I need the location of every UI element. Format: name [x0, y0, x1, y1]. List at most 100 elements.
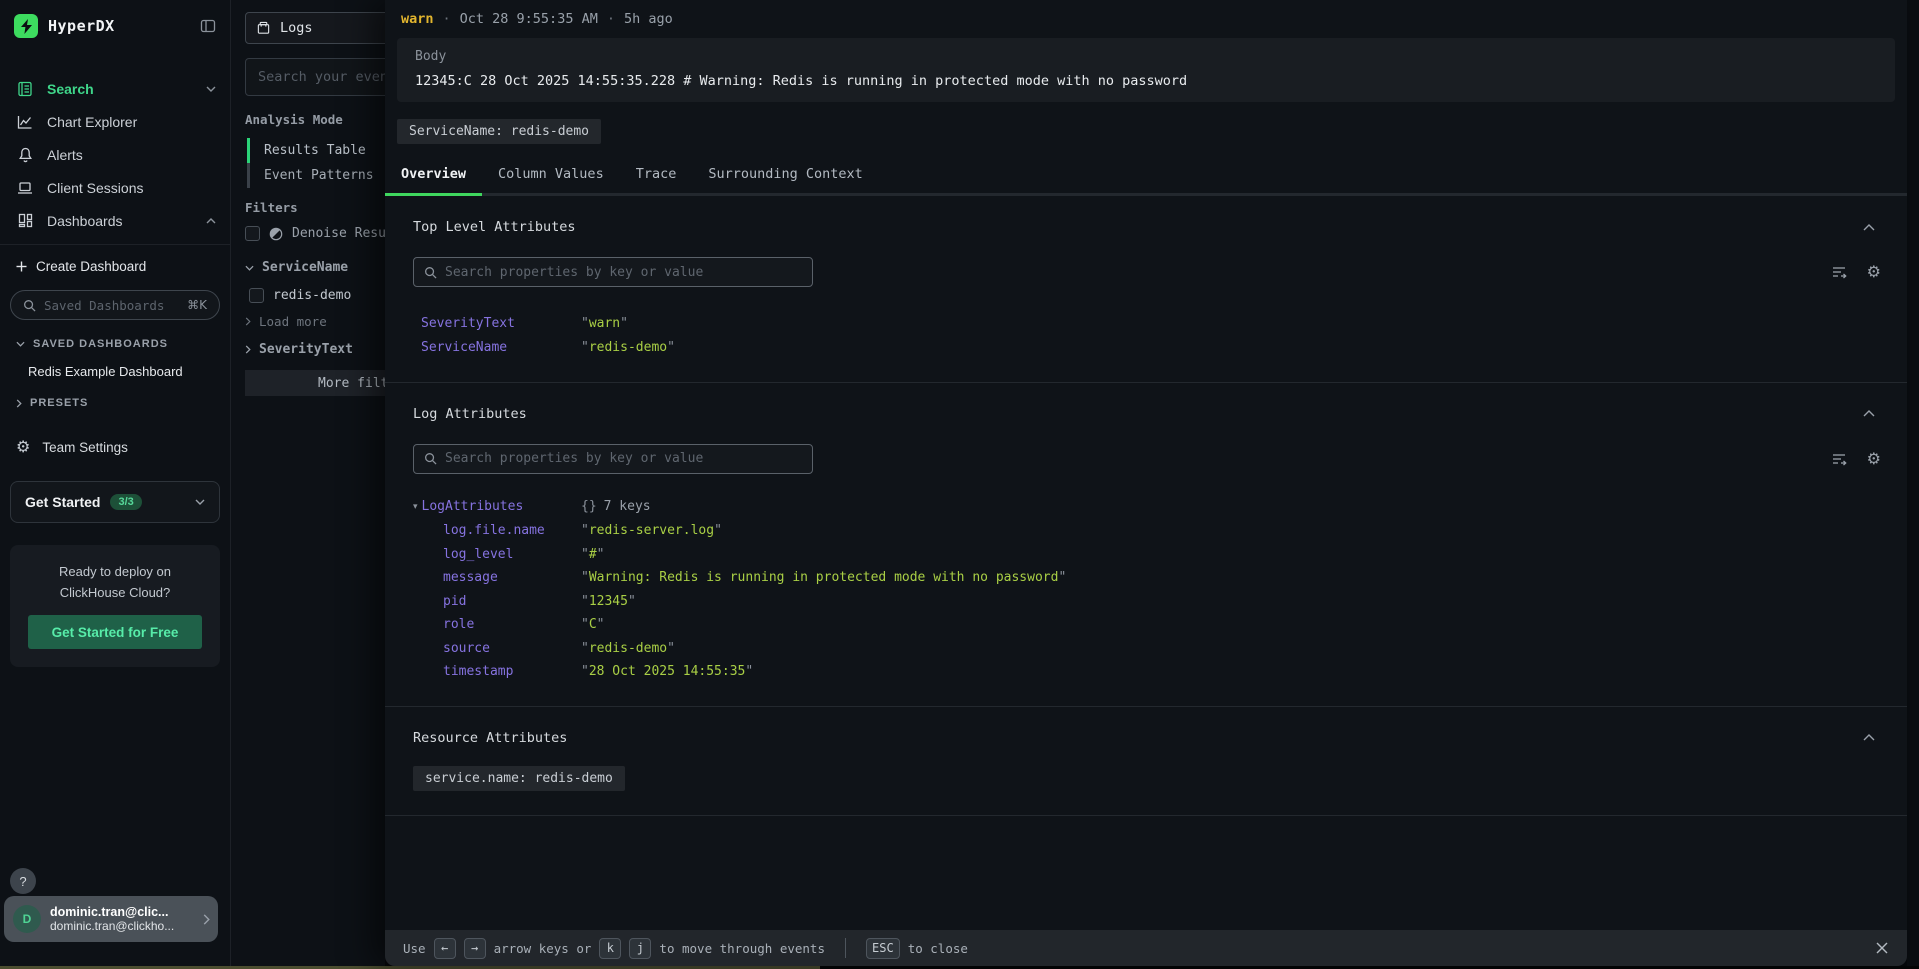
sidebar-item-search[interactable]: Search — [0, 72, 230, 105]
attr-key[interactable]: log_level — [443, 546, 581, 564]
load-more-button[interactable]: Load more — [245, 314, 327, 329]
tree-root-key: LogAttributes — [422, 498, 524, 516]
footer-text: Use — [403, 941, 426, 956]
dashboard-link[interactable]: Redis Example Dashboard — [0, 364, 230, 379]
create-dashboard-button[interactable]: Create Dashboard — [0, 245, 230, 274]
filter-group-label: ServiceName — [262, 260, 348, 275]
attr-value[interactable]: Warning: Redis is running in protected m… — [581, 569, 1881, 587]
promo-line-1: Ready to deploy on — [24, 561, 206, 582]
attr-key[interactable]: ServiceName — [421, 339, 581, 357]
detail-tabs: Overview Column Values Trace Surrounding… — [385, 157, 1907, 196]
attr-value[interactable]: redis-demo — [581, 640, 1881, 658]
section-log-attributes: Log Attributes ⚙ ▾ LogAttributes — [385, 383, 1907, 707]
get-started-free-button[interactable]: Get Started for Free — [28, 615, 202, 649]
mode-results-table[interactable]: Results Table — [247, 138, 385, 163]
clickhouse-promo-card: Ready to deploy on ClickHouse Cloud? Get… — [10, 545, 220, 667]
avatar: D — [13, 905, 41, 933]
sidebar-item-dashboards[interactable]: Dashboards — [0, 204, 230, 237]
chevron-down-icon[interactable] — [206, 86, 216, 92]
service-name-tag[interactable]: ServiceName: redis-demo — [397, 119, 601, 144]
mode-event-patterns[interactable]: Event Patterns — [247, 163, 385, 188]
attr-key[interactable]: log.file.name — [443, 522, 581, 540]
sidebar-item-label: Client Sessions — [47, 180, 216, 196]
attr-key[interactable]: pid — [443, 593, 581, 611]
team-settings-button[interactable]: ⚙ Team Settings — [0, 439, 230, 455]
filter-lines-icon[interactable] — [1832, 265, 1847, 279]
sidebar-item-client-sessions[interactable]: Client Sessions — [0, 171, 230, 204]
properties-search-input[interactable] — [445, 265, 802, 280]
presets-group[interactable]: PRESETS — [0, 397, 230, 409]
sidebar-nav: Search Chart Explorer Alerts Client Sess… — [0, 72, 230, 237]
collapse-section-icon[interactable] — [1863, 410, 1881, 417]
properties-search-input[interactable] — [445, 451, 802, 466]
checkbox[interactable] — [249, 288, 264, 303]
attr-value[interactable]: 12345 — [581, 593, 1881, 611]
more-filters-button[interactable]: More filters — [245, 370, 385, 396]
gear-icon[interactable]: ⚙ — [1867, 451, 1881, 467]
denoise-label: Denoise Results — [292, 226, 385, 241]
properties-search-box[interactable] — [413, 444, 813, 474]
tab-trace[interactable]: Trace — [620, 157, 693, 196]
source-label: Logs — [280, 20, 313, 36]
filter-value-redis-demo[interactable]: redis-demo — [249, 288, 351, 303]
saved-search-placeholder: Saved Dashboards — [44, 298, 179, 313]
collapse-sidebar-icon[interactable] — [200, 18, 216, 34]
key-arrow-right: → — [464, 938, 486, 959]
source-selector[interactable]: Logs — [245, 12, 385, 44]
attr-value[interactable]: redis-server.log — [581, 522, 1881, 540]
sidebar-item-alerts[interactable]: Alerts — [0, 138, 230, 171]
event-timestamp: Oct 28 9:55:35 AM — [460, 11, 598, 27]
sidebar-item-chart-explorer[interactable]: Chart Explorer — [0, 105, 230, 138]
tab-column-values[interactable]: Column Values — [482, 157, 620, 196]
saved-dashboards-group[interactable]: SAVED DASHBOARDS — [0, 338, 230, 350]
event-search-input[interactable] — [258, 69, 385, 85]
attr-value[interactable]: 28 Oct 2025 14:55:35 — [581, 663, 1881, 681]
attr-value[interactable]: C — [581, 616, 1881, 634]
search-icon — [424, 266, 437, 279]
get-started-panel[interactable]: Get Started 3/3 — [10, 481, 220, 523]
filter-group-servicename[interactable]: ServiceName — [245, 260, 348, 275]
collapse-section-icon[interactable] — [1863, 224, 1881, 231]
section-top-level-attributes: Top Level Attributes ⚙ SeverityText warn… — [385, 196, 1907, 383]
properties-search-box[interactable] — [413, 257, 813, 287]
attr-key[interactable]: timestamp — [443, 663, 581, 681]
relative-time: 5h ago — [624, 11, 673, 27]
attr-value[interactable]: warn — [581, 315, 1881, 333]
tag-row: ServiceName: redis-demo — [385, 102, 1907, 144]
attr-key[interactable]: role — [443, 616, 581, 634]
tab-surrounding-context[interactable]: Surrounding Context — [692, 157, 878, 196]
chevron-down-icon — [195, 499, 205, 505]
saved-dashboards-search[interactable]: Saved Dashboards ⌘K — [10, 290, 220, 320]
collapse-section-icon[interactable] — [1863, 734, 1881, 741]
presets-label: PRESETS — [30, 397, 88, 409]
denoise-results-toggle[interactable]: Denoise Results — [245, 226, 385, 241]
chart-icon — [16, 114, 34, 130]
attr-value[interactable]: redis-demo — [581, 339, 1881, 357]
help-button[interactable]: ? — [10, 868, 36, 894]
top-level-attributes-table: SeverityText warn ServiceName redis-demo — [421, 315, 1881, 358]
triangle-down-icon: ▾ — [413, 501, 418, 514]
resource-attribute-tag[interactable]: service.name: redis-demo — [413, 766, 625, 791]
footer-text: arrow keys or — [494, 941, 592, 956]
gear-icon[interactable]: ⚙ — [1867, 264, 1881, 280]
chevron-up-icon[interactable] — [206, 218, 216, 224]
separator-dot: · — [607, 11, 615, 27]
attr-value[interactable]: # — [581, 546, 1881, 564]
filter-group-severitytext[interactable]: SeverityText — [245, 342, 353, 357]
denoise-icon — [269, 227, 283, 241]
close-icon[interactable] — [1875, 941, 1889, 955]
tab-overview[interactable]: Overview — [385, 157, 482, 196]
user-info: dominic.tran@clic... dominic.tran@clickh… — [50, 905, 194, 933]
attr-key[interactable]: SeverityText — [421, 315, 581, 333]
event-search-box[interactable] — [245, 58, 385, 96]
checkbox[interactable] — [245, 226, 260, 241]
attr-key[interactable]: source — [443, 640, 581, 658]
footer-text: to close — [908, 941, 968, 956]
bell-icon — [16, 147, 34, 163]
filter-value-label: redis-demo — [273, 288, 351, 303]
user-menu[interactable]: D dominic.tran@clic... dominic.tran@clic… — [4, 896, 218, 942]
filter-lines-icon[interactable] — [1832, 452, 1847, 466]
attr-key[interactable]: message — [443, 569, 581, 587]
tree-root-toggle[interactable]: ▾ LogAttributes — [413, 498, 581, 516]
page-background — [1907, 0, 1919, 969]
